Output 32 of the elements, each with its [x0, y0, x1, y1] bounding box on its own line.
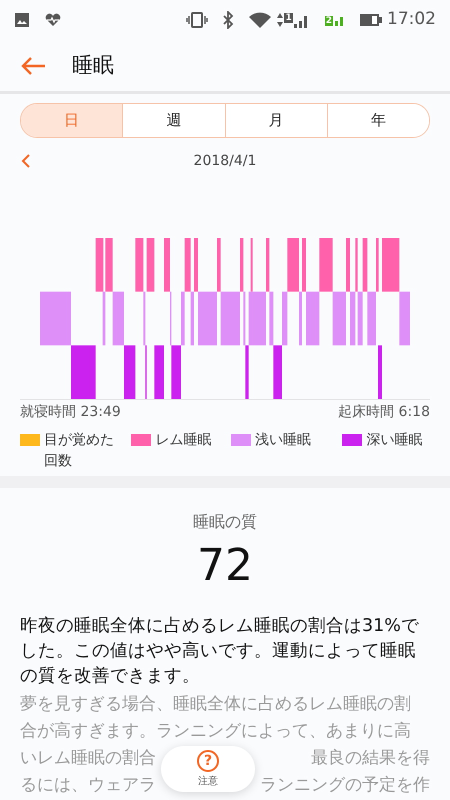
wifi-icon	[248, 11, 272, 29]
detail-text: るには、ウェアラ	[20, 774, 156, 797]
legend-label: 目が覚めた回数	[44, 431, 115, 471]
bluetooth-icon	[222, 11, 234, 29]
period-tab[interactable]: 月	[224, 104, 327, 137]
detail-text: 合が高すぎます。ランニングによって、あまりに高	[20, 720, 411, 743]
detail-text: ランニングの予定を作	[260, 774, 430, 797]
detail-text: 夢を見すぎる場合、睡眠全体に占めるレム睡眠の割	[20, 693, 411, 716]
detail-text: いレム睡眠の割合	[20, 747, 156, 770]
data-arrows-icon	[276, 12, 284, 28]
period-tab[interactable]: 年	[326, 104, 429, 137]
battery-icon	[359, 13, 383, 27]
date-label: 2018/4/1	[194, 152, 256, 171]
period-tab[interactable]: 週	[122, 104, 224, 137]
quality-score: 72	[196, 544, 254, 588]
detail-text: 最良の結果を得	[311, 747, 430, 770]
vibrate-icon	[186, 12, 208, 28]
legend-label: レム睡眠	[155, 431, 212, 450]
page-title: 睡眠	[72, 52, 114, 79]
sim-number: 2	[324, 16, 333, 26]
bedtime-label: 就寝時間 23:49	[20, 403, 121, 422]
sim-number: 1	[284, 13, 293, 23]
summary-text: 昨夜の睡眠全体に占めるレム睡眠の割合は31%でした。この値はやや高いです。運動によって睡眠の質を改善できます。	[20, 615, 420, 688]
quality-title: 睡眠の質	[192, 511, 258, 533]
image-icon	[14, 12, 30, 28]
heart-rate-icon	[44, 13, 62, 27]
notice-button[interactable]: ? 注意	[161, 746, 255, 792]
legend-label: 浅い睡眠	[254, 431, 311, 450]
signal-icon	[335, 16, 343, 26]
legend-label: 深い睡眠	[366, 431, 422, 450]
wake-time-label: 起床時間 6:18	[338, 403, 430, 422]
status-time: 17:02	[387, 8, 436, 32]
